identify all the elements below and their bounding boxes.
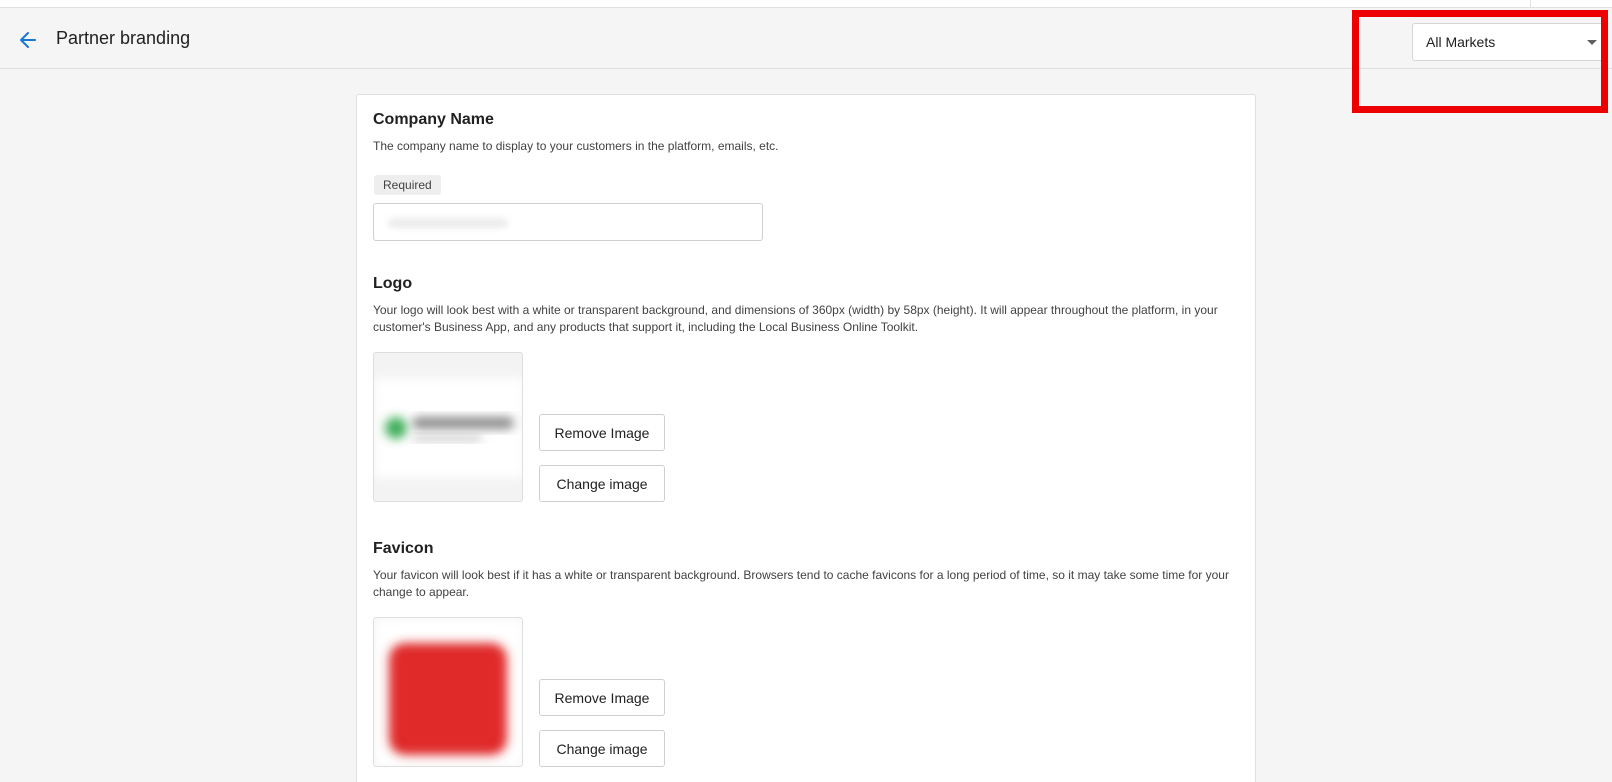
caret-down-icon [1587, 40, 1597, 45]
branding-card: Company Name The company name to display… [356, 94, 1256, 782]
company-name-redacted-value [388, 218, 508, 228]
logo-preview [373, 352, 523, 502]
top-strip-divider [1530, 0, 1531, 8]
favicon-image [374, 618, 522, 766]
logo-title: Logo [373, 275, 413, 292]
favicon-title: Favicon [373, 540, 434, 557]
company-name-title: Company Name [373, 111, 494, 128]
page-header: Partner branding All Markets [0, 8, 1612, 69]
top-strip [0, 0, 1612, 8]
favicon-remove-image-button[interactable]: Remove Image [539, 679, 665, 716]
favicon-description: Your favicon will look best if it has a … [373, 568, 1229, 599]
back-button[interactable] [14, 26, 42, 54]
logo-remove-image-button[interactable]: Remove Image [539, 414, 665, 451]
favicon-change-image-button[interactable]: Change image [539, 730, 665, 767]
logo-change-image-button[interactable]: Change image [539, 465, 665, 502]
company-name-description: The company name to display to your cust… [373, 139, 779, 153]
company-name-input[interactable] [373, 203, 763, 241]
market-select[interactable]: All Markets [1412, 23, 1608, 61]
arrow-left-icon [20, 32, 36, 48]
logo-image [374, 378, 522, 478]
required-chip: Required [374, 175, 441, 195]
market-select-value: All Markets [1426, 34, 1496, 50]
favicon-preview [373, 617, 523, 767]
logo-description: Your logo will look best with a white or… [373, 303, 1218, 334]
page-title: Partner branding [56, 28, 191, 48]
